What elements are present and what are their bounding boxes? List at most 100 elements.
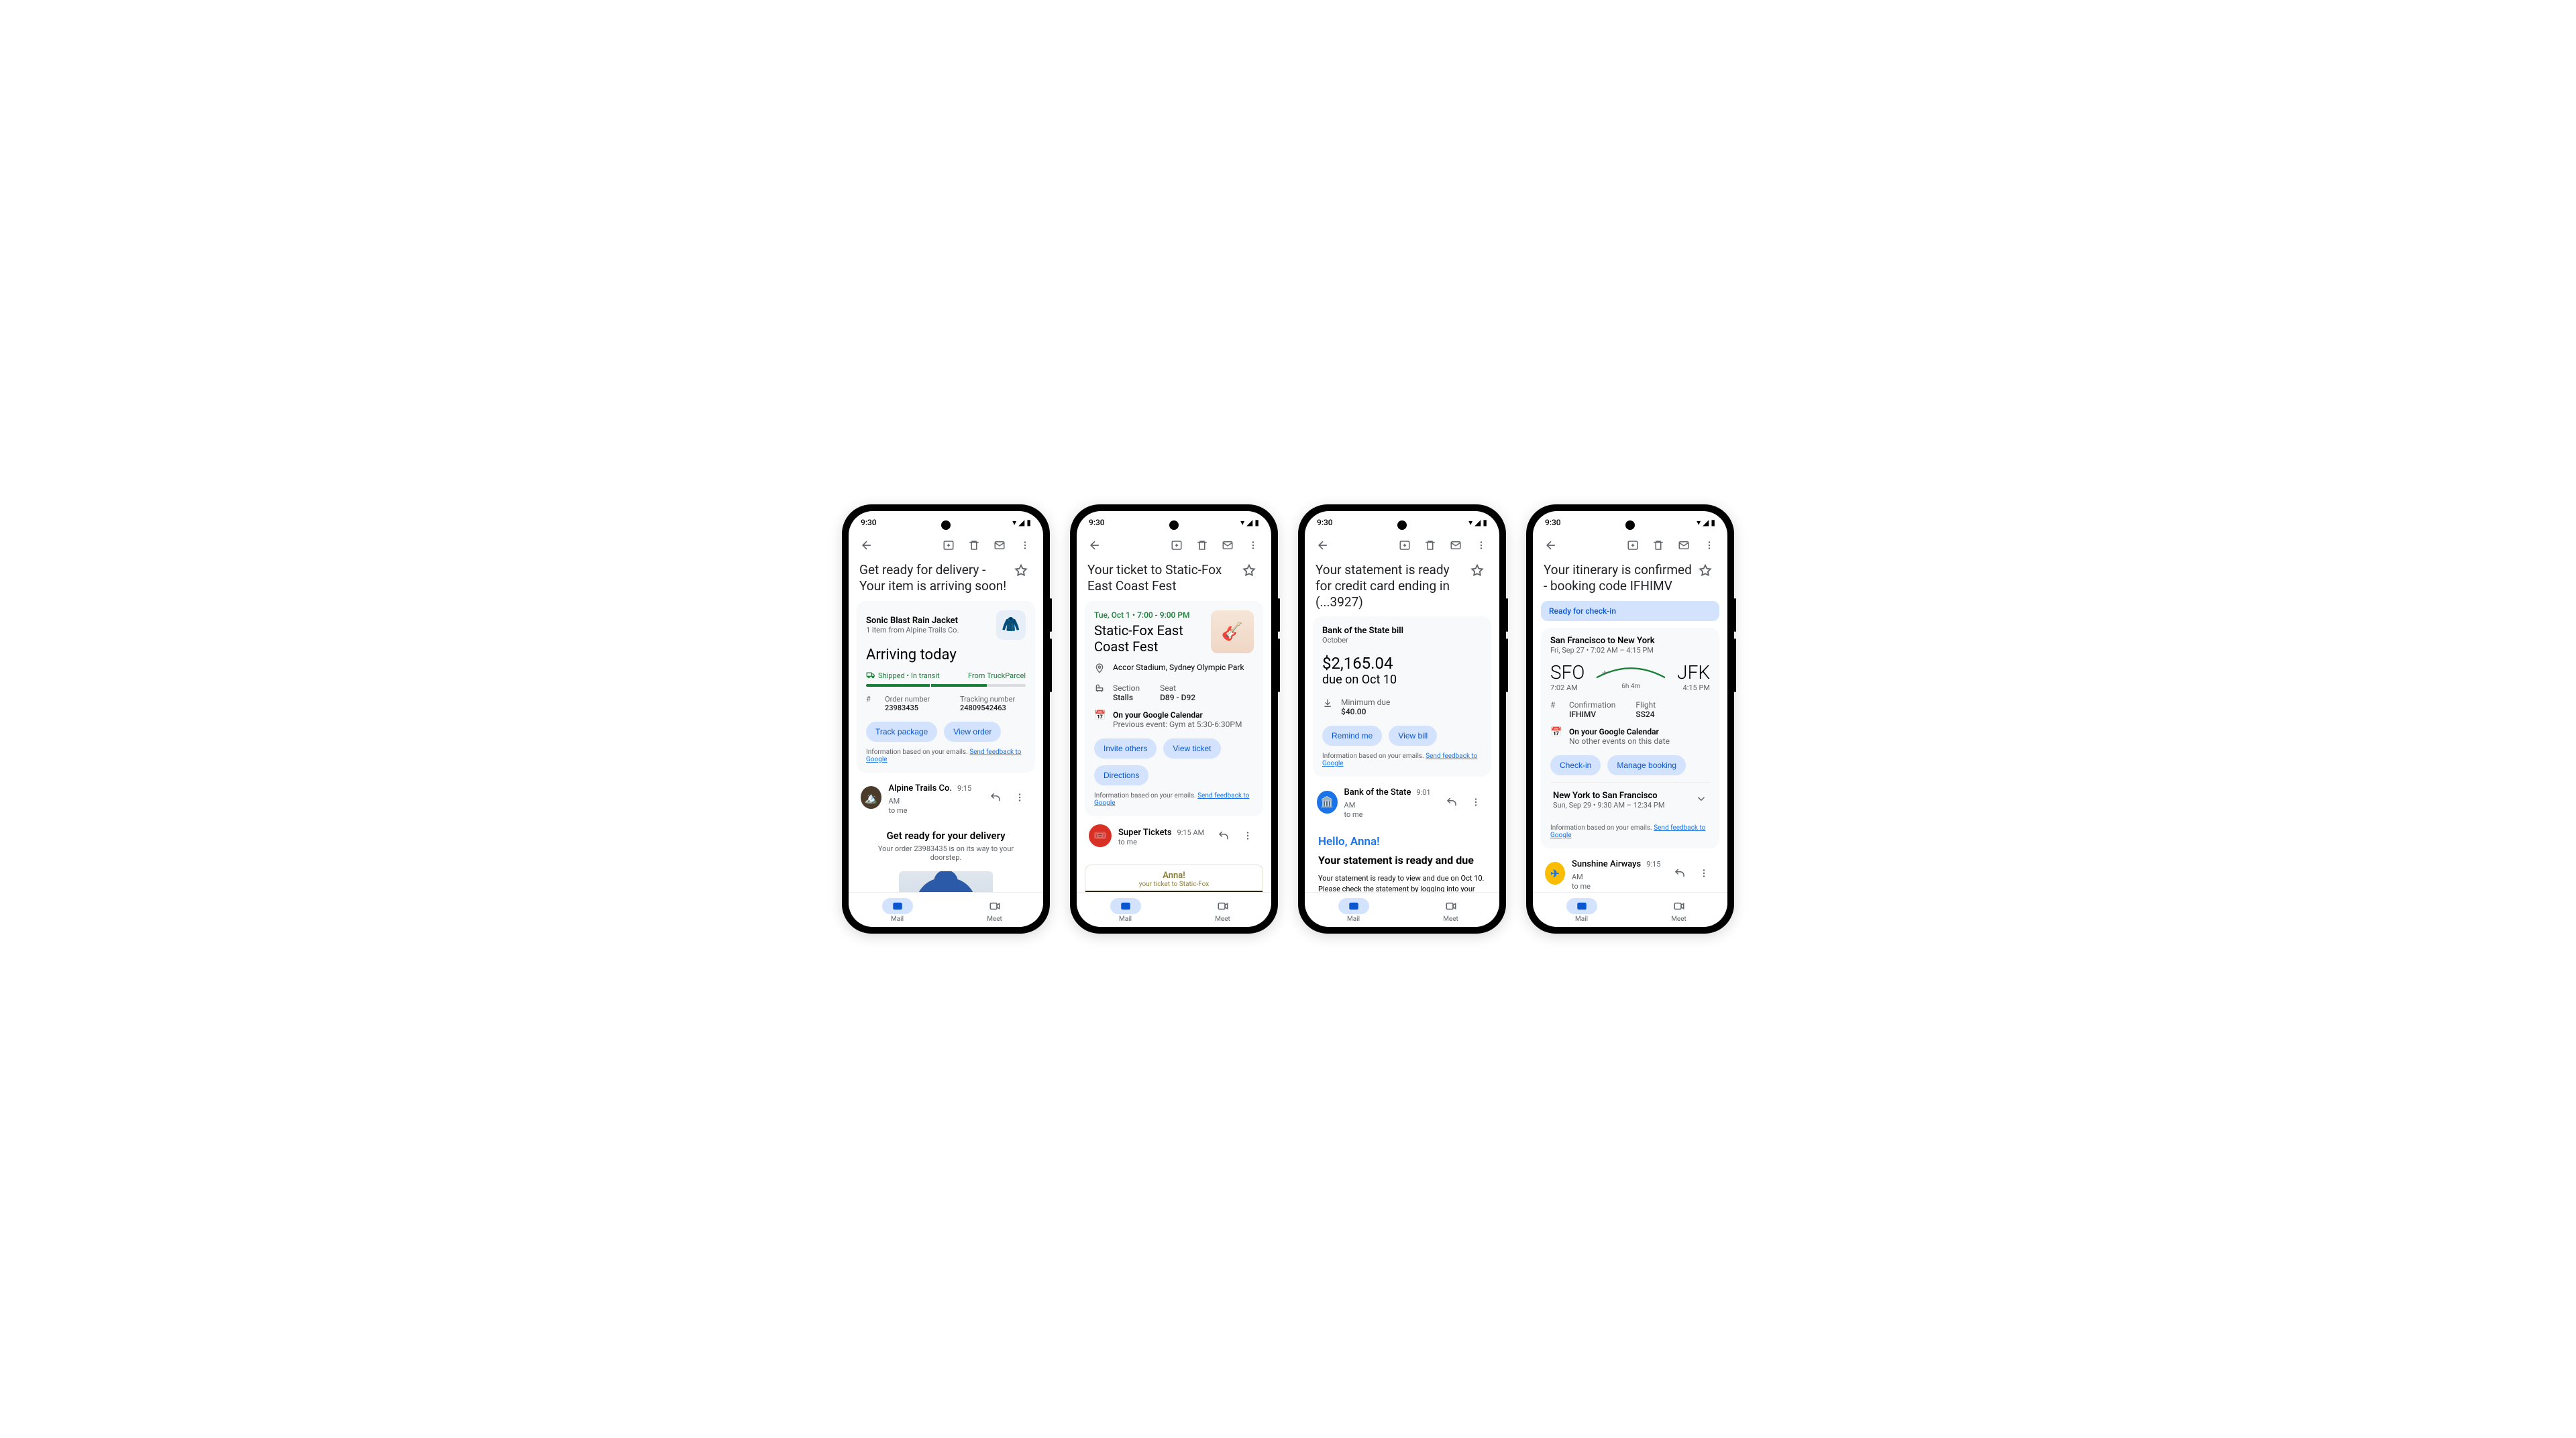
delete-icon[interactable] <box>963 534 985 557</box>
back-icon[interactable] <box>855 534 878 557</box>
reply-icon[interactable] <box>1440 791 1463 814</box>
bill-amount: $2,165.04 <box>1322 654 1482 673</box>
mail-icon[interactable] <box>1216 534 1239 557</box>
nav-mail[interactable]: Mail <box>1077 893 1174 927</box>
reply-icon[interactable] <box>1668 862 1691 885</box>
seat-label: Seat <box>1160 683 1195 693</box>
section-label: Section <box>1113 683 1140 693</box>
reply-icon[interactable] <box>984 786 1007 809</box>
more-icon[interactable] <box>1242 534 1265 557</box>
arrival-time: 4:15 PM <box>1677 683 1710 692</box>
ship-status: Shipped • In transit <box>878 671 940 680</box>
sender-more-icon[interactable] <box>1008 786 1031 809</box>
track-package-button[interactable]: Track package <box>866 722 937 742</box>
ticket-banner: Anna! your ticket to Static-Fox <box>1085 865 1263 893</box>
star-icon[interactable] <box>1014 562 1032 581</box>
nav-meet[interactable]: Meet <box>1174 893 1271 927</box>
wifi-icon: ▾ <box>1012 518 1016 527</box>
checkin-button[interactable]: Check-in <box>1550 755 1601 775</box>
nav-mail[interactable]: Mail <box>1305 893 1402 927</box>
view-ticket-button[interactable]: View ticket <box>1163 738 1220 759</box>
email-subject: Get ready for delivery - Your item is ar… <box>859 562 1008 594</box>
view-bill-button[interactable]: View bill <box>1389 726 1437 746</box>
bill-title: Bank of the State bill <box>1322 626 1482 636</box>
delete-icon[interactable] <box>1419 534 1442 557</box>
mail-icon[interactable] <box>1672 534 1695 557</box>
sender-name: Alpine Trails Co. <box>888 783 952 793</box>
nav-meet[interactable]: Meet <box>946 893 1043 927</box>
mail-icon[interactable] <box>1444 534 1467 557</box>
arrival-code: JFK <box>1677 661 1710 683</box>
carrier: From TruckParcel <box>968 671 1026 680</box>
view-order-button[interactable]: View order <box>944 722 1001 742</box>
email-toolbar <box>849 530 1043 561</box>
phone-delivery: 9:30 ▾ ◢ ▮ Get <box>842 504 1050 934</box>
minimum-value: $40.00 <box>1341 707 1390 716</box>
bill-due: due on Oct 10 <box>1322 673 1482 687</box>
nav-meet[interactable]: Meet <box>1630 893 1727 927</box>
seat-value: D89 - D92 <box>1160 693 1195 702</box>
flight-value: SS24 <box>1635 710 1656 719</box>
sender-avatar: 🎟️ <box>1089 824 1112 847</box>
delete-icon[interactable] <box>1647 534 1670 557</box>
more-icon[interactable] <box>1470 534 1493 557</box>
back-icon[interactable] <box>1083 534 1106 557</box>
manage-booking-button[interactable]: Manage booking <box>1607 755 1686 775</box>
checkin-banner: Ready for check-in <box>1541 601 1719 621</box>
banner-sub: your ticket to Static-Fox <box>1085 881 1263 888</box>
star-icon[interactable] <box>1242 562 1260 581</box>
email-body-heading: Get ready for your delivery <box>862 830 1030 842</box>
mail-nav-icon <box>882 898 913 914</box>
back-icon[interactable] <box>1311 534 1334 557</box>
sender-to: to me <box>1572 882 1662 891</box>
event-datetime: Tue, Oct 1 • 7:00 - 9:00 PM <box>1094 610 1207 620</box>
return-route: New York to San Francisco <box>1553 791 1664 801</box>
phone-ticket: 9:30▾◢▮ Your ticket to Static-Fox East C… <box>1070 504 1278 934</box>
archive-icon[interactable] <box>937 534 960 557</box>
calendar-value: Previous event: Gym at 5:30-6:30PM <box>1113 720 1242 729</box>
sender-row[interactable]: 🏔️ Alpine Trails Co. 9:15 AM to me <box>857 773 1035 823</box>
statement-heading: Your statement is ready and due <box>1318 854 1486 867</box>
calendar-icon: 📅 <box>1094 710 1106 721</box>
sender-to: to me <box>888 806 977 815</box>
flight-duration: 6h 4m <box>1585 683 1677 690</box>
remind-me-button[interactable]: Remind me <box>1322 726 1382 746</box>
ticket-summary-card: Tue, Oct 1 • 7:00 - 9:00 PM Static-Fox E… <box>1085 601 1263 816</box>
truck-icon <box>866 670 875 681</box>
flight-summary-card: San Francisco to New York Fri, Sep 27 • … <box>1541 628 1719 848</box>
sender-more-icon[interactable] <box>1236 824 1259 847</box>
return-leg-row[interactable]: New York to San Francisco Sun, Sep 29 • … <box>1550 782 1710 818</box>
invite-others-button[interactable]: Invite others <box>1094 738 1157 759</box>
sender-more-icon[interactable] <box>1693 862 1715 885</box>
bill-month: October <box>1322 636 1482 645</box>
nav-mail[interactable]: Mail <box>1533 893 1630 927</box>
bill-summary-card: Bank of the State bill October $2,165.04… <box>1313 616 1491 777</box>
archive-icon[interactable] <box>1165 534 1188 557</box>
back-icon[interactable] <box>1540 534 1562 557</box>
sender-more-icon[interactable] <box>1464 791 1487 814</box>
sender-avatar: ✈ <box>1545 862 1565 885</box>
nav-meet[interactable]: Meet <box>1402 893 1499 927</box>
section-value: Stalls <box>1113 693 1140 702</box>
event-title: Static-Fox East Coast Fest <box>1094 622 1207 655</box>
calendar-icon: 📅 <box>1550 727 1562 738</box>
reply-icon[interactable] <box>1212 824 1235 847</box>
sender-name: Bank of the State <box>1344 787 1411 797</box>
sender-row[interactable]: ✈ Sunshine Airways 9:15 AM to me <box>1541 848 1719 893</box>
more-icon[interactable] <box>1014 534 1036 557</box>
star-icon[interactable] <box>1698 562 1717 581</box>
tracking-number-label: Tracking number <box>960 695 1026 704</box>
star-icon[interactable] <box>1470 562 1489 581</box>
archive-icon[interactable] <box>1621 534 1644 557</box>
more-icon[interactable] <box>1698 534 1721 557</box>
feedback-note: Information based on your emails. Send f… <box>866 749 1026 763</box>
archive-icon[interactable] <box>1393 534 1416 557</box>
sender-avatar: 🏔️ <box>861 786 881 809</box>
mail-icon[interactable] <box>988 534 1011 557</box>
directions-button[interactable]: Directions <box>1094 765 1148 785</box>
sender-row[interactable]: 🏛️ Bank of the State 9:01 AM to me <box>1313 777 1491 827</box>
phone-statement: 9:30▾◢▮ Your statement is ready for cred… <box>1298 504 1506 934</box>
nav-mail[interactable]: Mail <box>849 893 946 927</box>
sender-row[interactable]: 🎟️ Super Tickets 9:15 AM to me <box>1085 816 1263 855</box>
delete-icon[interactable] <box>1191 534 1214 557</box>
